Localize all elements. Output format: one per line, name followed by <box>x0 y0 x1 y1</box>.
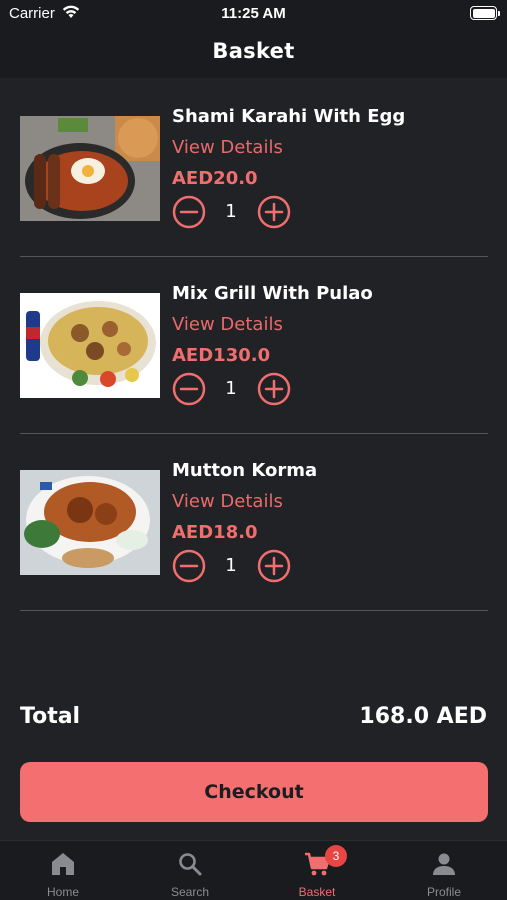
quantity-value: 1 <box>225 378 237 399</box>
minus-circle-icon[interactable] <box>172 372 206 406</box>
item-name: Mix Grill With Pulao <box>172 283 373 304</box>
view-details-link[interactable]: View Details <box>172 137 283 158</box>
minus-circle-icon[interactable] <box>172 549 206 583</box>
status-time: 11:25 AM <box>221 5 286 22</box>
item-price: AED18.0 <box>172 522 258 543</box>
item-image[interactable] <box>20 470 160 575</box>
item-price: AED130.0 <box>172 345 271 366</box>
checkout-button[interactable]: Checkout <box>20 762 488 822</box>
cart-badge: 3 <box>325 845 347 867</box>
basket-item: Mutton Korma View Details AED18.0 1 <box>20 434 488 611</box>
home-icon <box>52 853 74 875</box>
basket-item: Shami Karahi With Egg View Details AED20… <box>20 80 488 257</box>
battery-icon <box>470 6 500 20</box>
tab-label: Search <box>170 885 210 899</box>
person-icon <box>433 853 455 875</box>
basket-item: Mix Grill With Pulao View Details AED130… <box>20 257 488 434</box>
item-name: Shami Karahi With Egg <box>172 106 406 127</box>
item-image[interactable] <box>20 116 160 221</box>
item-price: AED20.0 <box>172 168 258 189</box>
tab-label: Basket <box>298 885 336 899</box>
search-icon <box>179 853 202 876</box>
total-value: 168.0 AED <box>359 704 487 729</box>
tab-profile[interactable]: Profile <box>381 841 507 900</box>
nav-bar: Basket <box>0 28 507 78</box>
tab-label: Home <box>46 885 79 899</box>
quantity-value: 1 <box>225 201 237 222</box>
plus-circle-icon[interactable] <box>257 549 291 583</box>
item-name: Mutton Korma <box>172 460 318 481</box>
minus-circle-icon[interactable] <box>172 195 206 229</box>
quantity-value: 1 <box>225 555 237 576</box>
tab-bar: Home Search 3 Basket Profile <box>0 840 507 900</box>
tab-basket[interactable]: 3 Basket <box>254 841 380 900</box>
tab-search[interactable]: Search <box>127 841 253 900</box>
page-title: Basket <box>212 39 295 63</box>
plus-circle-icon[interactable] <box>257 372 291 406</box>
total-label: Total <box>20 704 81 729</box>
plus-circle-icon[interactable] <box>257 195 291 229</box>
tab-home[interactable]: Home <box>0 841 126 900</box>
status-bar: Carrier 11:25 AM <box>0 0 507 28</box>
item-image[interactable] <box>20 293 160 398</box>
view-details-link[interactable]: View Details <box>172 314 283 335</box>
tab-label: Profile <box>426 885 461 899</box>
view-details-link[interactable]: View Details <box>172 491 283 512</box>
